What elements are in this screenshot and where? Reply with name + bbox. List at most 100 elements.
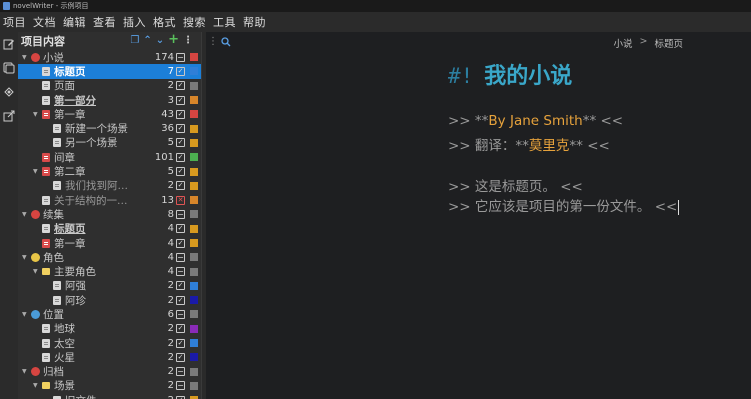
tree-row-doc-about-structure[interactable]: 关于结构的一… 13 [18,193,201,207]
tree-item-label: 地球 [54,323,75,336]
active-status-icon[interactable] [176,81,185,91]
tree-row-doc-sequel-ch1[interactable]: 第一章 4 [18,236,201,250]
active-status-icon[interactable] [176,295,185,305]
tree-row-doc-interlude[interactable]: 间章 101 [18,150,201,164]
menu-item-8[interactable]: 帮助 [243,14,266,30]
menu-item-0[interactable]: 项目 [3,14,26,30]
tree-row-doc-new-scene[interactable]: 新建一个场景 36 [18,121,201,135]
tree-row-root-archive[interactable]: ▼ 归档 2 [18,365,201,379]
tree-row-doc-mars[interactable]: 火星 2 [18,350,201,364]
word-count: 2 [167,280,174,292]
active-status-icon[interactable] [176,352,185,362]
expand-arrow-icon[interactable]: ▼ [22,211,30,218]
document-icon [42,195,50,205]
tree-row-doc-sequel-title[interactable]: 标题页 4 [18,222,201,236]
active-status-icon[interactable] [176,224,185,234]
active-status-icon[interactable] [176,381,185,391]
active-status-icon[interactable] [176,109,185,119]
tree-row-doc-chapter-two[interactable]: ▼ 第二章 5 [18,164,201,178]
tree-item-label: 标题页 [54,65,86,78]
active-status-icon[interactable] [176,309,185,319]
menu-item-6[interactable]: 搜索 [183,14,206,30]
expand-arrow-icon[interactable]: ▼ [22,368,30,375]
menu-item-2[interactable]: 编辑 [63,14,86,30]
tree-row-root-novel[interactable]: ▼ 小说 174 [18,50,201,64]
active-status-icon[interactable] [176,267,185,277]
tree-row-folder-scenes[interactable]: ▼ 场景 2 [18,379,201,393]
more-options-icon[interactable]: ⋮ [183,35,193,46]
tree-row-doc-we-found[interactable]: 我们找到阿… 2 [18,179,201,193]
tree-row-doc-earth[interactable]: 地球 2 [18,322,201,336]
root-folder-icon [31,309,40,319]
tree-row-doc-a-qiang[interactable]: 阿强 2 [18,279,201,293]
active-status-icon[interactable] [176,367,185,377]
word-count: 2 [167,351,174,363]
tree-row-doc-another-scene[interactable]: 另一个场景 5 [18,136,201,150]
tree-row-doc-chapter-one[interactable]: ▼ 第一章 43 [18,107,201,121]
active-status-icon[interactable] [176,209,185,219]
tree-row-root-characters[interactable]: ▼ 角色 4 [18,250,201,264]
move-down-icon[interactable]: ⌄ [156,35,164,46]
export-icon[interactable] [0,104,18,128]
document-editor[interactable]: 小说 > 标题页 #! 我的小说 >> **By Jane Smith** <<… [206,32,751,399]
active-status-icon[interactable] [176,66,185,76]
expand-arrow-icon[interactable]: ▼ [33,382,41,389]
expand-arrow-icon[interactable]: ▼ [22,311,30,318]
status-color-swatch [190,96,198,105]
bookmark-icon[interactable]: ❐ [130,35,139,46]
tree-row-doc-old-file[interactable]: 旧文件 2 [18,393,201,399]
tree-item-label: 第一部分 [54,94,96,107]
breadcrumb-current[interactable]: 标题页 [654,36,683,50]
move-up-icon[interactable]: ⌃ [143,35,151,46]
search-icon[interactable] [221,36,231,47]
active-status-icon[interactable] [176,238,185,248]
menu-item-5[interactable]: 格式 [153,14,176,30]
tree-row-root-locations[interactable]: ▼ 位置 6 [18,307,201,321]
line-text: >> 这是标题页。 << [448,179,583,195]
status-color-swatch [190,324,198,333]
active-status-icon[interactable] [176,338,185,348]
add-item-button[interactable]: + [168,33,179,46]
breadcrumb-root[interactable]: 小说 [614,36,633,50]
active-status-icon[interactable] [176,281,185,291]
active-status-icon[interactable] [176,124,185,134]
tree-row-doc-space[interactable]: 太空 2 [18,336,201,350]
outline-icon[interactable] [0,80,18,104]
expand-arrow-icon[interactable]: ▼ [33,268,41,275]
menu-item-3[interactable]: 查看 [93,14,116,30]
active-status-icon[interactable] [176,138,185,148]
status-color-swatch [190,81,198,90]
tree-row-doc-page[interactable]: 页面 2 [18,79,201,93]
word-count: 7 [167,65,174,77]
expand-arrow-icon[interactable]: ▼ [22,54,30,61]
expand-arrow-icon[interactable]: ▼ [22,254,30,261]
word-count: 2 [167,337,174,349]
active-status-icon[interactable] [176,52,185,62]
active-status-icon[interactable] [176,181,185,191]
tree-row-doc-part-one[interactable]: 第一部分 3 [18,93,201,107]
expand-arrow-icon[interactable]: ▼ [33,168,41,175]
status-color-swatch [190,239,198,247]
menu-item-4[interactable]: 插入 [123,14,146,30]
menu-item-1[interactable]: 文档 [33,14,56,30]
expand-arrow-icon[interactable]: ▼ [33,111,41,118]
tree-row-doc-title-page[interactable]: 标题页 7 [18,64,201,79]
status-color-swatch [190,381,198,390]
project-tree-header: 项目内容 ❐ ⌃ ⌄ + ⋮ [18,32,201,50]
active-status-icon[interactable] [176,152,185,162]
tree-row-folder-main-characters[interactable]: ▼ 主要角色 4 [18,264,201,278]
document-icon [42,224,50,234]
tree-row-doc-a-zhen[interactable]: 阿珍 2 [18,293,201,307]
tree-item-label: 阿珍 [65,294,86,307]
active-status-icon[interactable] [176,195,185,205]
active-status-icon[interactable] [176,324,185,334]
active-status-icon[interactable] [176,95,185,105]
documents-icon[interactable] [0,56,18,80]
tree-item-label: 太空 [54,337,75,350]
active-status-icon[interactable] [176,167,185,177]
tree-row-root-sequel[interactable]: ▼ 续集 8 [18,207,201,221]
active-status-icon[interactable] [176,252,185,262]
menu-item-7[interactable]: 工具 [213,14,236,30]
line-close: ** << [582,113,624,129]
edit-icon[interactable] [0,32,18,56]
